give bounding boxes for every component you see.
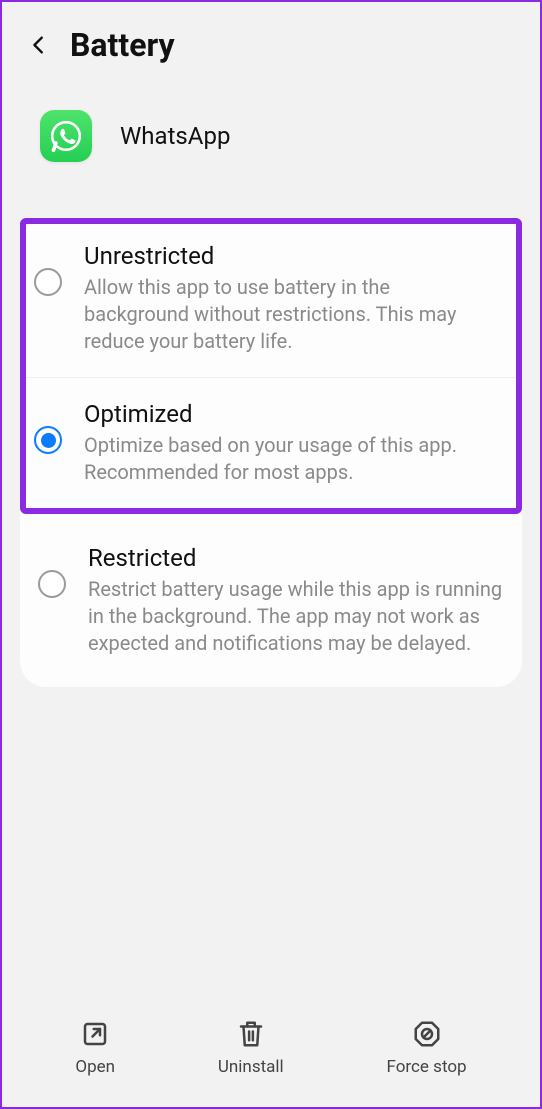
uninstall-button[interactable]: Uninstall: [218, 1019, 284, 1077]
force-stop-button[interactable]: Force stop: [387, 1019, 467, 1077]
force-stop-icon: [412, 1019, 442, 1049]
page-title: Battery: [70, 26, 175, 64]
option-unrestricted[interactable]: Unrestricted Allow this app to use batte…: [26, 224, 516, 377]
option-restricted[interactable]: Restricted Restrict battery usage while …: [20, 518, 522, 687]
option-title: Restricted: [88, 544, 504, 572]
option-text: Restricted Restrict battery usage while …: [88, 544, 504, 657]
option-text: Unrestricted Allow this app to use batte…: [84, 242, 498, 355]
option-desc: Restrict battery usage while this app is…: [88, 576, 504, 657]
back-icon[interactable]: [28, 31, 50, 59]
open-button[interactable]: Open: [75, 1019, 115, 1077]
trash-icon: [236, 1019, 266, 1049]
app-row: WhatsApp: [2, 64, 540, 162]
open-icon: [80, 1019, 110, 1049]
force-stop-label: Force stop: [387, 1057, 467, 1077]
option-desc: Allow this app to use battery in the bac…: [84, 274, 498, 355]
radio-unrestricted[interactable]: [34, 268, 62, 296]
uninstall-label: Uninstall: [218, 1057, 284, 1077]
option-title: Unrestricted: [84, 242, 498, 270]
option-optimized[interactable]: Optimized Optimize based on your usage o…: [26, 377, 516, 508]
options-card: Unrestricted Allow this app to use batte…: [20, 218, 522, 687]
highlight-box: Unrestricted Allow this app to use batte…: [20, 218, 522, 514]
option-title: Optimized: [84, 400, 498, 428]
radio-restricted[interactable]: [38, 570, 66, 598]
whatsapp-icon: [40, 110, 92, 162]
header: Battery: [2, 2, 540, 64]
open-label: Open: [75, 1057, 115, 1077]
option-desc: Optimize based on your usage of this app…: [84, 432, 498, 486]
option-text: Optimized Optimize based on your usage o…: [84, 400, 498, 486]
app-name: WhatsApp: [120, 122, 230, 150]
radio-optimized[interactable]: [34, 426, 62, 454]
bottom-bar: Open Uninstall Force stop: [2, 995, 540, 1107]
